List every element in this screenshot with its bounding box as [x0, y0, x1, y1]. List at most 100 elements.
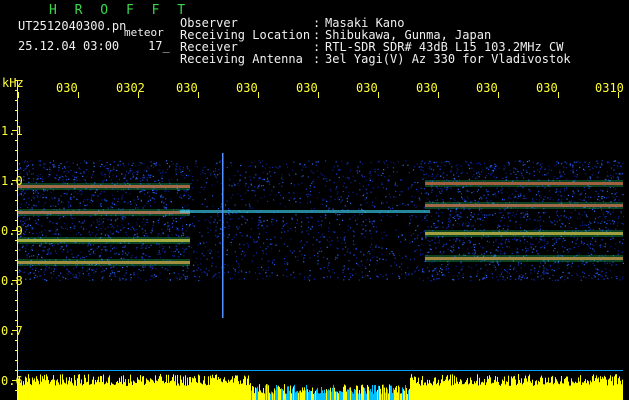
noise-dot	[44, 269, 46, 271]
noise-dot	[110, 226, 112, 228]
noise-dot	[97, 221, 99, 223]
noise-dot	[263, 227, 265, 229]
noise-dot	[510, 275, 512, 277]
noise-dot	[73, 179, 75, 181]
noise-dot	[384, 162, 386, 165]
noise-dot	[429, 244, 431, 246]
noise-dot	[526, 210, 528, 213]
signal-bar	[205, 383, 206, 400]
noise-dot	[369, 277, 371, 279]
noise-dot	[535, 227, 537, 229]
noise-dot	[459, 223, 461, 225]
signal-bar	[195, 378, 196, 400]
noise-dot	[245, 183, 247, 185]
noise-dot	[614, 248, 616, 250]
noise-dot	[36, 195, 38, 197]
noise-dot	[315, 161, 317, 163]
noise-dot	[70, 272, 72, 275]
noise-dot	[517, 248, 519, 250]
noise-dot	[466, 225, 468, 227]
signal-bar	[141, 381, 142, 400]
noise-dot	[96, 247, 98, 249]
noise-dot	[507, 225, 509, 227]
noise-dot	[601, 160, 603, 162]
noise-dot	[581, 237, 583, 239]
noise-dot	[407, 164, 409, 166]
noise-dot	[307, 226, 310, 229]
signal-bar	[555, 377, 556, 400]
noise-dot	[42, 197, 44, 199]
noise-dot	[553, 270, 555, 272]
noise-dot	[171, 160, 173, 162]
noise-dot	[86, 270, 88, 272]
noise-dot	[589, 169, 591, 171]
signal-bar	[334, 387, 335, 400]
noise-dot	[196, 251, 198, 253]
noise-dot	[581, 262, 583, 264]
noise-dot	[535, 246, 537, 248]
noise-dot	[207, 220, 209, 222]
noise-dot	[263, 189, 265, 191]
noise-dot	[92, 195, 95, 197]
noise-dot	[36, 232, 38, 235]
noise-dot	[226, 217, 228, 219]
noise-dot	[262, 172, 264, 174]
noise-dot	[376, 275, 379, 277]
noise-dot	[458, 253, 460, 256]
noise-dot	[266, 178, 269, 180]
signal-bar	[149, 381, 150, 400]
noise-dot	[398, 276, 400, 278]
noise-dot	[90, 224, 93, 226]
signal-bar	[466, 380, 467, 400]
signal-bar	[424, 382, 425, 400]
noise-dot	[18, 271, 20, 273]
noise-dot	[372, 201, 374, 203]
noise-dot	[337, 254, 339, 256]
noise-dot	[498, 167, 500, 169]
noise-dot	[583, 189, 585, 191]
signal-bar	[438, 379, 439, 400]
noise-dot	[317, 252, 319, 254]
noise-dot	[400, 273, 403, 275]
noise-dot	[46, 216, 49, 219]
noise-dot	[567, 277, 569, 279]
noise-dot	[68, 166, 70, 168]
noise-dot	[45, 268, 47, 270]
noise-dot	[25, 278, 27, 280]
noise-dot	[485, 274, 487, 277]
noise-dot	[588, 162, 591, 164]
noise-dot	[552, 274, 554, 277]
noise-dot	[36, 178, 38, 180]
signal-bar	[338, 393, 339, 400]
noise-dot	[411, 241, 413, 243]
noise-dot	[560, 174, 562, 176]
noise-dot	[89, 244, 92, 246]
noise-dot	[447, 248, 449, 250]
noise-dot	[431, 274, 433, 276]
signal-bar	[303, 390, 304, 400]
noise-dot	[615, 188, 617, 190]
noise-dot	[267, 180, 269, 182]
noise-dot	[69, 227, 72, 229]
signal-bar	[590, 380, 591, 400]
noise-dot	[459, 191, 461, 193]
y-minor-tick	[15, 370, 18, 371]
noise-dot	[24, 168, 26, 170]
noise-dot	[293, 184, 295, 186]
noise-dot	[564, 161, 566, 163]
noise-dot	[442, 252, 445, 254]
noise-dot	[129, 168, 131, 170]
noise-dot	[186, 270, 188, 272]
noise-dot	[555, 212, 558, 214]
noise-dot	[265, 232, 267, 234]
noise-dot	[416, 266, 419, 268]
noise-dot	[612, 211, 614, 213]
noise-dot	[109, 275, 111, 277]
noise-dot	[243, 255, 246, 257]
noise-dot	[62, 216, 64, 218]
noise-dot	[235, 260, 238, 262]
noise-dot	[482, 278, 484, 280]
noise-dot	[183, 216, 185, 218]
signal-bar	[271, 391, 272, 400]
noise-dot	[309, 270, 311, 272]
